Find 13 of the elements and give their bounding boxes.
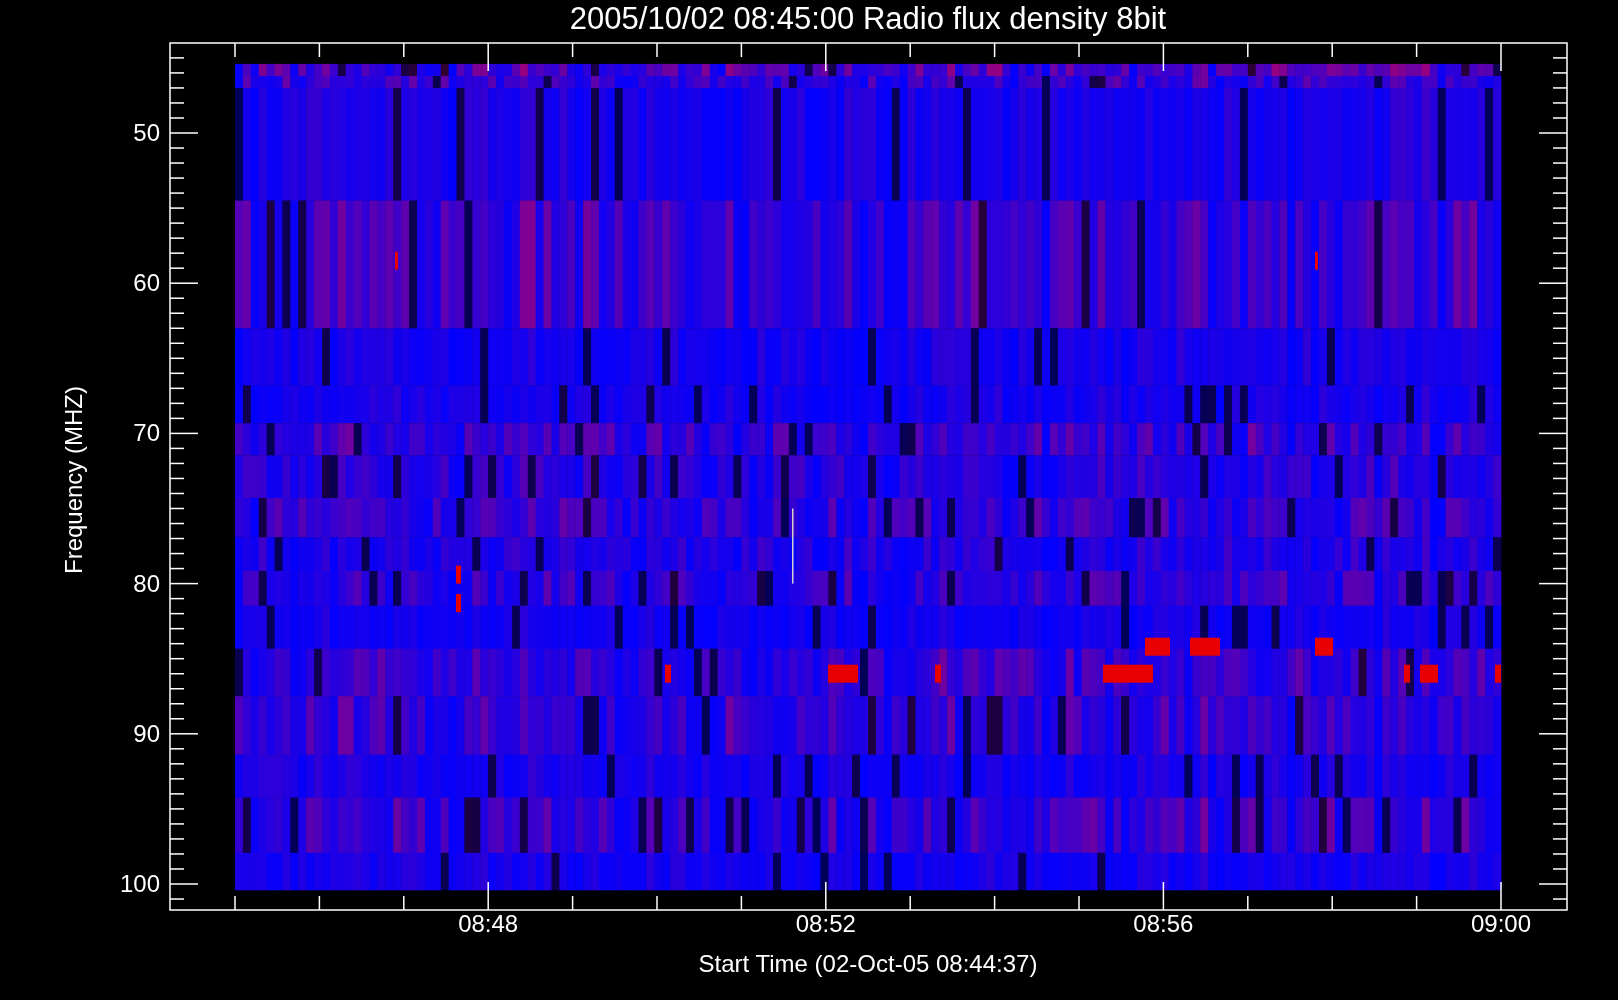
tick-label: 70 [132, 419, 160, 448]
tick-label: 90 [132, 719, 160, 748]
plot-title: 2005/10/02 08:45:00 Radio flux density 8bit [568, 2, 1168, 36]
tick-label: 100 [118, 870, 160, 898]
tick-label: 80 [132, 569, 160, 598]
tick-label: 08:48 [457, 910, 520, 938]
axis-label: Frequency (MHZ) [60, 386, 88, 574]
tick-label: 08:56 [1132, 910, 1195, 938]
axis-label: Start Time (02-Oct-05 08:44:37) [697, 950, 1039, 978]
tick-label: 50 [132, 119, 160, 147]
tick-label: 08:52 [794, 910, 857, 938]
tick-label: 09:00 [1469, 910, 1533, 938]
tick-label: 60 [132, 269, 160, 298]
